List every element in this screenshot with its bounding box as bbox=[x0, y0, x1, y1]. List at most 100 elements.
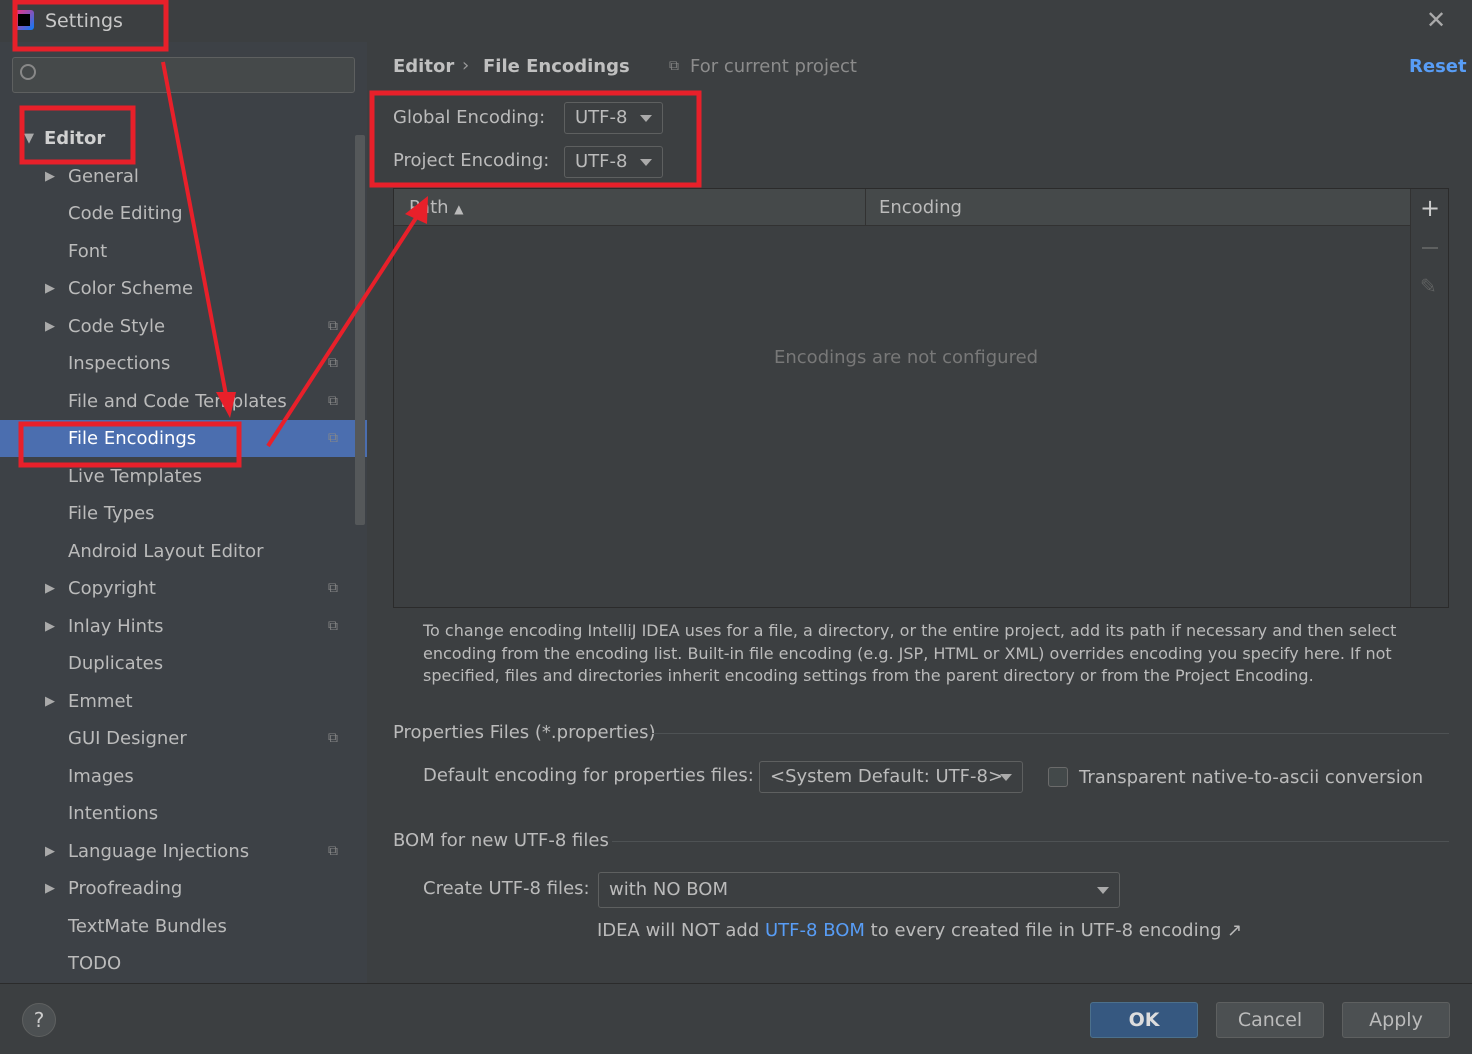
transparent-conversion-checkbox[interactable] bbox=[1048, 767, 1068, 787]
transparent-conversion-label[interactable]: Transparent native-to-ascii conversion bbox=[1079, 767, 1423, 788]
sidebar-item-label: Live Templates bbox=[68, 465, 202, 487]
column-divider bbox=[865, 189, 866, 226]
apply-button[interactable]: Apply bbox=[1342, 1002, 1450, 1038]
sidebar-item-copyright[interactable]: ▶ Copyright ⧉ bbox=[0, 570, 355, 607]
collapsed-arrow-icon: ▶ bbox=[45, 168, 55, 184]
sidebar-item-general[interactable]: ▶ General bbox=[0, 158, 355, 195]
sidebar-item-label: General bbox=[68, 165, 139, 187]
sidebar-item-intentions[interactable]: Intentions bbox=[0, 795, 355, 832]
sidebar-item-label: Inlay Hints bbox=[68, 615, 164, 637]
collapsed-arrow-icon: ▶ bbox=[45, 581, 55, 596]
collapsed-arrow-icon: ▶ bbox=[45, 281, 55, 296]
project-scope-icon: ⧉ bbox=[328, 392, 338, 409]
project-encoding-select[interactable]: UTF-8 bbox=[564, 146, 663, 178]
collapsed-arrow-icon: ▶ bbox=[45, 881, 55, 896]
sidebar-item-label: File Encodings bbox=[68, 428, 197, 449]
sidebar-item-duplicates[interactable]: Duplicates bbox=[0, 645, 355, 682]
title-bar bbox=[0, 0, 1472, 42]
project-scope-icon: ⧉ bbox=[328, 355, 338, 371]
help-text: To change encoding IntelliJ IDEA uses fo… bbox=[423, 621, 1397, 685]
sidebar-item-gui-designer[interactable]: GUI Designer ⧉ bbox=[0, 720, 355, 757]
sidebar-item-language-injections[interactable]: ▶ Language Injections ⧉ bbox=[0, 833, 355, 870]
sidebar-item-file-encodings[interactable]: File Encodings ⧉ bbox=[0, 420, 367, 457]
sidebar-item-label: Copyright bbox=[68, 578, 156, 599]
column-header-encoding[interactable]: Encoding bbox=[879, 197, 962, 218]
collapsed-arrow-icon: ▶ bbox=[45, 693, 55, 709]
sidebar-item-file-types[interactable]: File Types bbox=[0, 495, 355, 532]
sidebar-item-label: TextMate Bundles bbox=[68, 915, 227, 937]
sidebar-item-label: File Types bbox=[68, 503, 155, 524]
search-icon bbox=[20, 64, 36, 80]
intellij-logo-icon bbox=[14, 10, 34, 30]
sidebar-item-label: Emmet bbox=[68, 690, 133, 712]
project-scope-icon: ⧉ bbox=[328, 617, 338, 634]
divider bbox=[652, 733, 1449, 734]
sidebar-item-label: File and Code Templates bbox=[68, 390, 287, 412]
ok-button[interactable]: OK bbox=[1090, 1002, 1198, 1038]
search-input[interactable] bbox=[12, 57, 355, 93]
properties-section-title: Properties Files (*.properties) bbox=[393, 722, 656, 743]
close-icon[interactable]: ✕ bbox=[1426, 6, 1446, 34]
bom-note-text-end: to every created file in UTF-8 encoding … bbox=[870, 920, 1243, 941]
sidebar-item-font[interactable]: Font bbox=[0, 233, 355, 270]
sidebar-item-proofreading[interactable]: ▶ Proofreading bbox=[0, 870, 355, 907]
sidebar-item-textmate-bundles[interactable]: TextMate Bundles bbox=[0, 908, 355, 945]
sidebar-item-label: Images bbox=[68, 765, 134, 787]
sidebar-item-images[interactable]: Images bbox=[0, 758, 355, 795]
sidebar-item-color-scheme[interactable]: ▶ Color Scheme bbox=[0, 270, 355, 307]
sidebar-item-code-editing[interactable]: Code Editing bbox=[0, 195, 355, 232]
breadcrumb-current: File Encodings bbox=[483, 56, 630, 77]
create-utf8-label: Create UTF-8 files: bbox=[423, 878, 590, 899]
scope-label: For current project bbox=[690, 56, 857, 77]
chevron-down-icon bbox=[640, 115, 652, 122]
sidebar-item-label: Intentions bbox=[68, 803, 159, 824]
create-utf8-select[interactable]: with NO BOM bbox=[598, 872, 1120, 908]
create-utf8-value: with NO BOM bbox=[609, 879, 728, 900]
sidebar-item-label: Language Injections bbox=[68, 840, 250, 862]
reset-link[interactable]: Reset bbox=[1409, 56, 1467, 77]
sidebar-scrollbar[interactable] bbox=[355, 135, 365, 525]
encodings-table bbox=[393, 188, 1449, 608]
sidebar-item-label: TODO bbox=[68, 953, 122, 974]
sidebar-item-inlay-hints[interactable]: ▶ Inlay Hints ⧉ bbox=[0, 608, 355, 645]
project-scope-icon: ⧉ bbox=[669, 58, 679, 74]
sidebar-item-label: Code Editing bbox=[68, 203, 183, 224]
sidebar-item-label: Duplicates bbox=[68, 653, 164, 674]
sidebar-item-editor[interactable]: ▼ Editor bbox=[0, 120, 355, 157]
chevron-down-icon bbox=[1097, 887, 1109, 894]
sidebar-item-live-templates[interactable]: Live Templates bbox=[0, 458, 355, 495]
bom-note-text: IDEA will NOT add bbox=[597, 920, 760, 941]
global-encoding-label: Global Encoding: bbox=[393, 107, 546, 128]
sidebar-item-todo[interactable]: TODO bbox=[0, 945, 355, 982]
sidebar-item-inspections[interactable]: Inspections ⧉ bbox=[0, 345, 355, 382]
help-button[interactable]: ? bbox=[22, 1003, 56, 1037]
utf8-bom-link[interactable]: UTF-8 BOM bbox=[765, 920, 865, 941]
sort-ascending-icon: ▲ bbox=[454, 202, 464, 216]
sidebar-item-label: Editor bbox=[44, 128, 106, 149]
cancel-button[interactable]: Cancel bbox=[1216, 1002, 1324, 1038]
project-scope-icon: ⧉ bbox=[328, 842, 338, 859]
edit-pencil-icon[interactable]: ✎ bbox=[1420, 274, 1437, 298]
sidebar-item-emmet[interactable]: ▶ Emmet bbox=[0, 683, 355, 720]
project-scope-icon: ⧉ bbox=[328, 317, 338, 334]
breadcrumb-parent[interactable]: Editor bbox=[393, 56, 454, 77]
bom-section-title: BOM for new UTF-8 files bbox=[393, 830, 609, 851]
project-encoding-value: UTF-8 bbox=[575, 151, 628, 172]
project-scope-icon: ⧉ bbox=[328, 730, 338, 746]
sidebar-item-file-and-code-templates[interactable]: File and Code Templates ⧉ bbox=[0, 383, 355, 420]
collapsed-arrow-icon: ▶ bbox=[45, 618, 55, 634]
sidebar-item-label: Proofreading bbox=[68, 878, 183, 899]
sidebar-item-label: Inspections bbox=[68, 353, 171, 374]
properties-encoding-value: <System Default: UTF-8> bbox=[770, 766, 1004, 787]
column-header-path[interactable]: Path ▲ bbox=[409, 197, 464, 218]
expanded-arrow-icon: ▼ bbox=[24, 131, 34, 146]
collapsed-arrow-icon: ▶ bbox=[45, 318, 55, 334]
remove-icon[interactable] bbox=[1422, 247, 1438, 249]
sidebar-item-android-layout-editor[interactable]: Android Layout Editor bbox=[0, 533, 355, 570]
global-encoding-select[interactable]: UTF-8 bbox=[564, 102, 663, 134]
properties-encoding-select[interactable]: <System Default: UTF-8> bbox=[759, 761, 1023, 793]
sidebar-item-label: Font bbox=[68, 240, 108, 262]
add-icon[interactable]: + bbox=[1420, 194, 1440, 222]
project-scope-icon: ⧉ bbox=[328, 580, 338, 596]
sidebar-item-code-style[interactable]: ▶ Code Style ⧉ bbox=[0, 308, 355, 345]
